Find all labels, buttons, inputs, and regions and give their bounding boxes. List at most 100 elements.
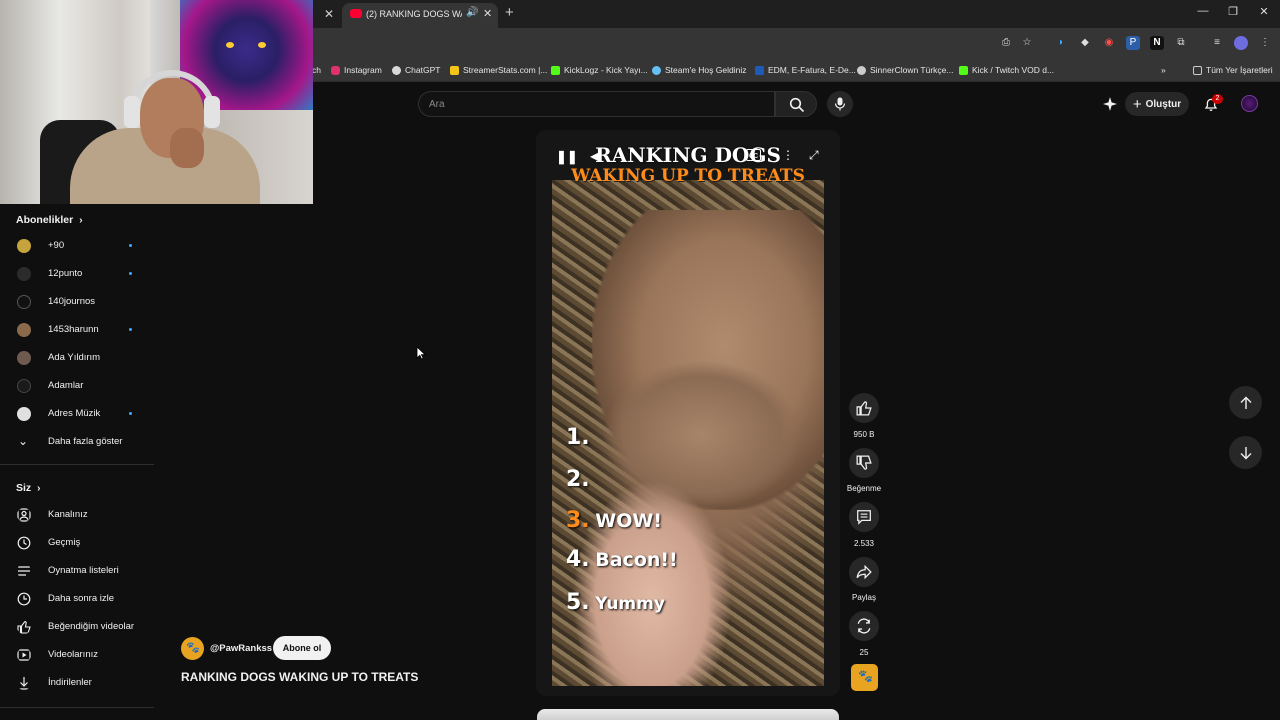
bookmark-label: Steam'e Hoş Geldiniz: [665, 65, 747, 75]
comment-icon: [857, 510, 871, 525]
remix-icon: [857, 618, 871, 634]
comment-count: 2.533: [853, 539, 875, 548]
remix-button[interactable]: [849, 611, 879, 641]
search-input[interactable]: [429, 97, 759, 112]
bookmark-instagram[interactable]: Instagram: [331, 63, 382, 77]
sidebar-item-subscription[interactable]: 140journos: [0, 289, 154, 315]
account-avatar[interactable]: [1241, 95, 1258, 112]
maximize-icon[interactable]: ❐: [1223, 5, 1243, 18]
browser-menu-icon[interactable]: ⋮: [1258, 36, 1272, 50]
extension-record-icon[interactable]: ◉: [1102, 36, 1116, 50]
sidebar-item-playlists[interactable]: Oynatma listeleri: [0, 558, 154, 584]
extension-audio-icon[interactable]: ◗: [1054, 36, 1068, 50]
sidebar-item-label: Adamlar: [48, 380, 84, 391]
captions-icon[interactable]: cc: [746, 149, 761, 161]
arrow-down-icon: [1240, 447, 1252, 460]
video-title[interactable]: RANKING DOGS WAKING UP TO TREATS: [181, 670, 418, 684]
bookmark-star-icon[interactable]: ☆: [1020, 36, 1034, 50]
all-bookmarks[interactable]: Tüm Yer İşaretleri: [1193, 63, 1273, 77]
extension-diamond-icon[interactable]: ◆: [1078, 36, 1092, 50]
profile-avatar-icon[interactable]: [1234, 36, 1248, 50]
sidebar-item-label: Geçmiş: [48, 537, 81, 548]
search-box[interactable]: [418, 91, 775, 117]
sidebar-item-label: Daha sonra izle: [48, 593, 115, 604]
shorts-player[interactable]: RANKING DOGS WAKING UP TO TREATS ❚❚ ◀ cc…: [536, 130, 840, 696]
create-button[interactable]: + Oluştur: [1125, 92, 1189, 116]
channel-avatar[interactable]: 🐾: [181, 637, 204, 660]
window-close-icon[interactable]: ✕: [1254, 5, 1274, 18]
dislike-button[interactable]: [849, 448, 879, 478]
sidebar-item-your-channel[interactable]: Kanalınız: [0, 502, 154, 528]
bookmark-steam[interactable]: Steam'e Hoş Geldiniz: [652, 63, 746, 77]
bookmark-streamerstats[interactable]: StreamerStats.com |...: [450, 63, 547, 77]
next-short-preview[interactable]: [537, 709, 839, 720]
voice-search-button[interactable]: [827, 91, 853, 117]
sparkle-icon: [1103, 97, 1117, 111]
tab-audio-icon[interactable]: 🔊: [466, 7, 478, 18]
new-tab-button[interactable]: +: [505, 4, 514, 21]
subscribe-button[interactable]: Abone ol: [273, 636, 331, 660]
sidebar-item-your-videos[interactable]: Videolarınız: [0, 642, 154, 668]
next-short-button[interactable]: [1229, 436, 1262, 469]
volume-icon[interactable]: ◀: [590, 149, 599, 163]
sidebar: Abonelikler › +90 12punto 140journos 145…: [0, 204, 154, 720]
like-count: 950 B: [853, 430, 875, 439]
rank-line: 5. Yummy: [566, 590, 665, 615]
bookmark-kicklogz[interactable]: KickLogz - Kick Yayı...: [551, 63, 648, 77]
bookmark-item[interactable]: ch: [312, 63, 321, 77]
subscriptions-header[interactable]: Abonelikler ›: [16, 214, 83, 226]
bookmark-sinnerclown[interactable]: SinnerClown Türkçe...: [857, 63, 953, 77]
bookmark-kick-vod[interactable]: Kick / Twitch VOD d...: [959, 63, 1054, 77]
sidebar-item-subscription[interactable]: 1453harunn: [0, 317, 154, 343]
like-button[interactable]: [849, 393, 879, 423]
rank-line: 1.: [566, 425, 590, 450]
extensions-puzzle-icon[interactable]: ⧉: [1174, 36, 1188, 50]
video-overlay-title-line2: WAKING UP TO TREATS: [571, 166, 805, 186]
you-header[interactable]: Siz ›: [16, 482, 41, 494]
mouse-cursor-icon: [416, 346, 426, 360]
show-more-button[interactable]: ⌄ Daha fazla göster: [0, 429, 154, 455]
sidebar-item-subscription[interactable]: Adamlar: [0, 373, 154, 399]
media-controls-icon[interactable]: ≡: [1210, 36, 1224, 50]
sidebar-item-subscription[interactable]: 12punto: [0, 261, 154, 287]
more-options-icon[interactable]: ⋮: [782, 148, 794, 162]
install-app-icon[interactable]: ⎙: [999, 36, 1013, 50]
sidebar-item-downloads[interactable]: İndirilenler: [0, 670, 154, 696]
chevron-right-icon: ›: [79, 214, 83, 226]
bookmark-edm[interactable]: EDM, E-Fatura, E-De...: [755, 63, 856, 77]
active-tab[interactable]: (2) RANKING DOGS WAKIN 🔊 ✕: [342, 3, 498, 28]
rank-line: 2.: [566, 467, 590, 492]
comments-button[interactable]: [849, 502, 879, 532]
channel-handle[interactable]: @PawRankss: [210, 643, 272, 654]
tab-close-icon[interactable]: ✕: [483, 7, 492, 20]
prev-tab-close-icon[interactable]: ✕: [322, 6, 336, 22]
share-label: Paylaş: [851, 593, 876, 602]
sound-thumbnail[interactable]: 🐾: [851, 664, 878, 691]
bookmarks-overflow-icon[interactable]: »: [1161, 63, 1166, 77]
sidebar-item-subscription[interactable]: Adres Müzik: [0, 401, 154, 427]
webcam-overlay: [0, 0, 313, 204]
bookmark-chatgpt[interactable]: ChatGPT: [392, 63, 440, 77]
sidebar-item-subscription[interactable]: Ada Yıldırım: [0, 345, 154, 371]
minimize-icon[interactable]: —: [1193, 5, 1213, 17]
previous-short-button[interactable]: [1229, 386, 1262, 419]
sidebar-item-watch-later[interactable]: Daha sonra izle: [0, 586, 154, 612]
upload-sparkle-icon[interactable]: [1102, 96, 1118, 117]
rank-text: Bacon!!: [595, 549, 678, 571]
sidebar-item-history[interactable]: Geçmiş: [0, 530, 154, 556]
share-button[interactable]: [849, 557, 879, 587]
extension-p-icon[interactable]: P: [1126, 36, 1140, 50]
arrow-up-icon: [1240, 396, 1252, 409]
channel-avatar: [17, 379, 31, 393]
fullscreen-icon[interactable]: ⤢: [809, 148, 819, 163]
pause-icon[interactable]: ❚❚: [556, 149, 578, 165]
sidebar-item-liked-videos[interactable]: Beğendiğim videolar: [0, 614, 154, 640]
search-button[interactable]: [775, 91, 817, 117]
extension-notion-icon[interactable]: N: [1150, 36, 1164, 50]
bookmark-label: StreamerStats.com |...: [463, 65, 548, 75]
sidebar-item-subscription[interactable]: +90: [0, 233, 154, 259]
bookmark-label: ChatGPT: [405, 65, 441, 75]
video-overlay-title-line1: RANKING DOGS: [595, 143, 781, 167]
playlists-icon: [18, 566, 30, 576]
bookmark-label: Instagram: [344, 65, 382, 75]
